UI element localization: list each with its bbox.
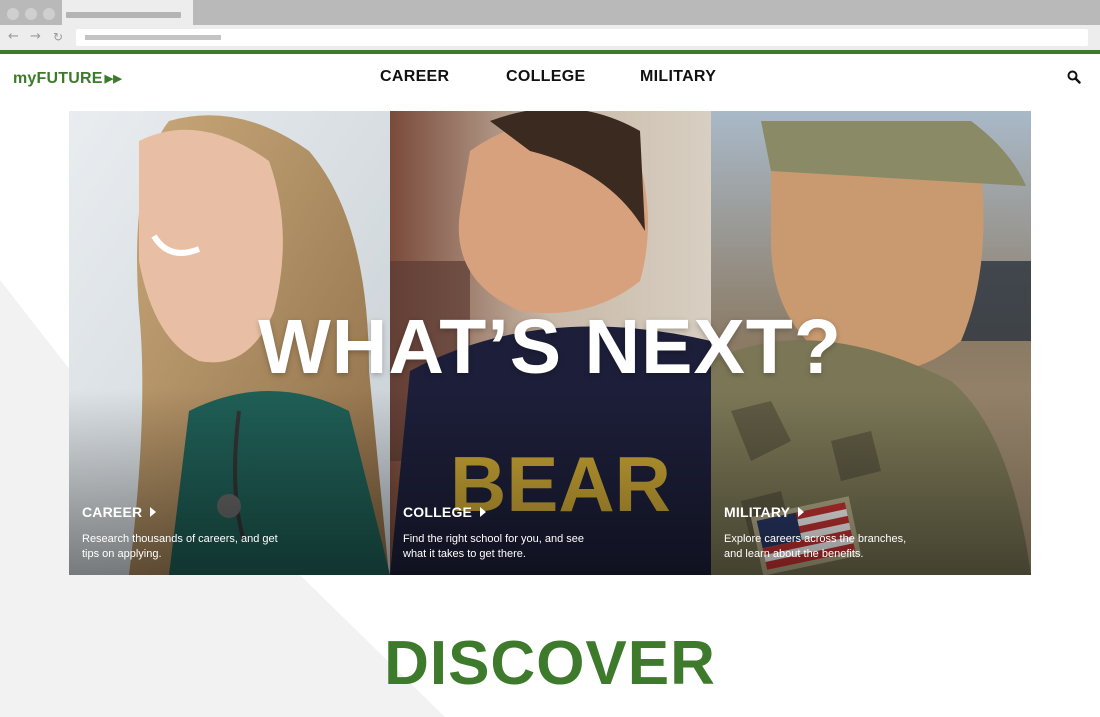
discover-heading: DISCOVER	[384, 629, 716, 698]
nav-item-military[interactable]: MILITARY	[640, 68, 716, 86]
military-panel-label[interactable]: MILITARY	[724, 504, 805, 520]
career-panel-description: Research thousands of careers, and get t…	[82, 533, 278, 560]
hero-title: WHAT’S NEXT?	[258, 304, 842, 390]
caret-right-icon	[480, 507, 487, 517]
nav-item-career[interactable]: CAREER	[380, 68, 449, 86]
caret-right-icon	[150, 507, 157, 517]
caret-right-icon	[798, 507, 805, 517]
nav-item-college[interactable]: COLLEGE	[506, 68, 585, 86]
career-panel-label-text: CAREER	[82, 504, 143, 520]
college-panel-description: Find the right school for you, and see w…	[403, 533, 584, 560]
search-icon[interactable]	[1067, 70, 1081, 84]
college-panel-label-text: COLLEGE	[403, 504, 473, 520]
college-panel-label[interactable]: COLLEGE	[403, 504, 487, 520]
military-panel-description: Explore careers across the branches, and…	[724, 533, 907, 560]
site-logo-text: myFUTURE	[13, 70, 103, 87]
double-chevron-right-icon: ▶▶	[104, 73, 122, 85]
hero-banner: CAREER Research thousands of careers, an…	[69, 111, 1031, 575]
site-header: myFUTURE ▶▶ CAREER COLLEGE MILITARY	[0, 54, 1100, 110]
military-panel-label-text: MILITARY	[724, 504, 791, 520]
career-panel-label[interactable]: CAREER	[82, 504, 157, 520]
site-logo[interactable]: myFUTURE ▶▶	[13, 70, 122, 88]
